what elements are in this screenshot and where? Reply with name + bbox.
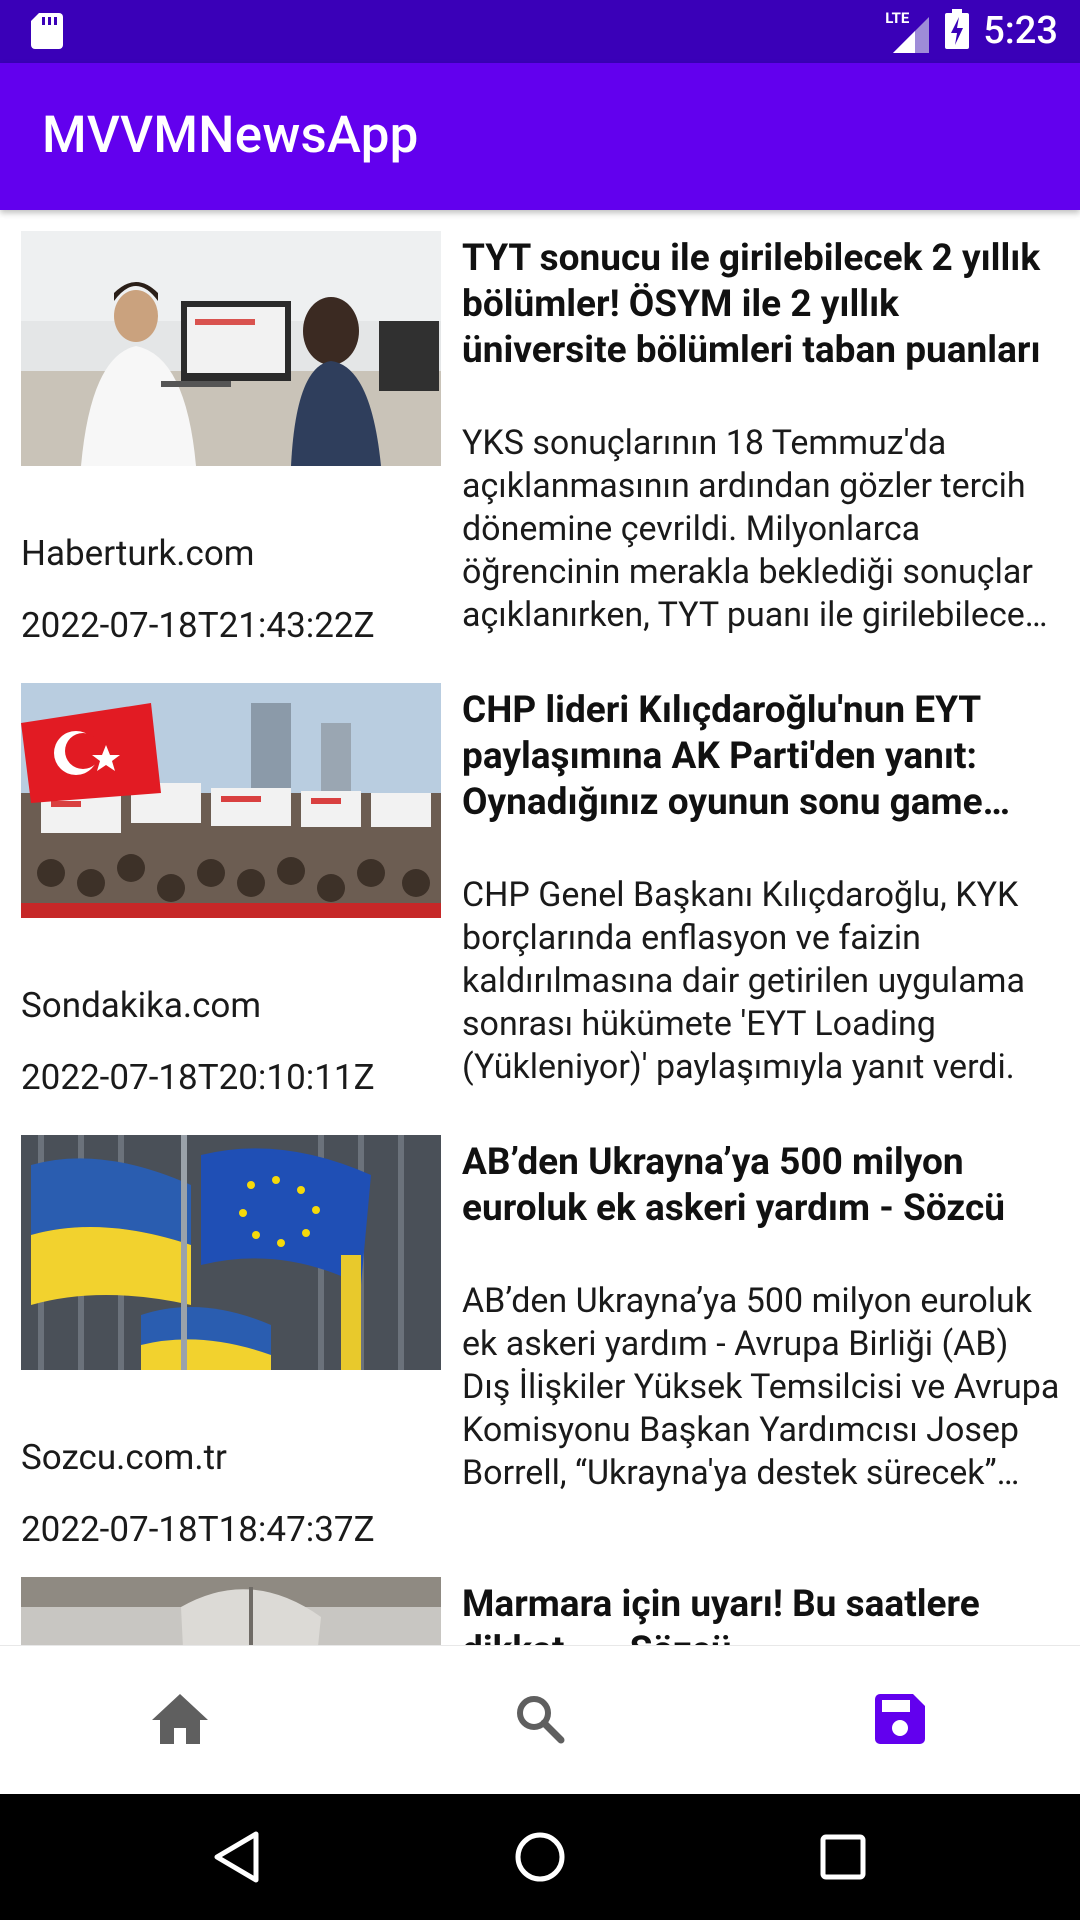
article-title: TYT sonucu ile girilebilecek 2 yıllık bö… xyxy=(462,237,1041,372)
list-item[interactable]: Marmara için uyarı! Bu saatlere dikkat..… xyxy=(0,1577,1080,1645)
article-date: 2022-07-18T18:47:37Z xyxy=(21,1509,375,1550)
list-item[interactable]: AB’den Ukrayna’ya 500 milyon euroluk ek … xyxy=(0,1135,1080,1565)
article-image xyxy=(21,683,441,918)
article-description: YKS sonuçlarının 18 Temmuz'da açıklanmas… xyxy=(462,423,1043,635)
save-icon xyxy=(875,1693,925,1748)
status-bar: LTE 5:23 xyxy=(0,0,1080,63)
list-item[interactable]: CHP lideri Kılıçdaroğlu'nun EYT paylaşım… xyxy=(0,683,1080,1113)
recents-icon[interactable] xyxy=(808,1822,878,1892)
article-source: Haberturk.com xyxy=(21,533,255,574)
article-description: CHP Genel Başkanı Kılıçdaroğlu, KYK borç… xyxy=(462,875,1025,1087)
news-list[interactable]: TYT sonucu ile girilebilecek 2 yıllık bö… xyxy=(0,210,1080,1645)
bottom-navigation xyxy=(0,1645,1080,1794)
article-description: AB’den Ukrayna’ya 500 milyon euroluk ek … xyxy=(462,1281,1060,1493)
clock: 5:23 xyxy=(983,9,1058,53)
article-image xyxy=(21,231,441,466)
article-date: 2022-07-18T20:10:11Z xyxy=(21,1057,375,1098)
battery-charging-icon xyxy=(945,9,970,53)
sd-card-icon xyxy=(31,13,63,53)
article-source: Sondakika.com xyxy=(21,985,262,1026)
nav-saved[interactable] xyxy=(720,1646,1080,1795)
article-title: CHP lideri Kılıçdaroğlu'nun EYT paylaşım… xyxy=(462,689,983,824)
nav-home[interactable] xyxy=(0,1646,360,1795)
home-circle-icon[interactable] xyxy=(505,1822,575,1892)
article-source: Sozcu.com.tr xyxy=(21,1437,227,1478)
nav-search[interactable] xyxy=(360,1646,720,1795)
list-item[interactable]: TYT sonucu ile girilebilecek 2 yıllık bö… xyxy=(0,231,1080,661)
article-date: 2022-07-18T21:43:22Z xyxy=(21,605,375,646)
app-title: MVVMNewsApp xyxy=(42,106,419,165)
article-title: Marmara için uyarı! Bu saatlere dikkat..… xyxy=(462,1583,980,1645)
lte-signal-icon: LTE xyxy=(885,9,931,53)
home-icon xyxy=(152,1693,208,1748)
app-bar: MVVMNewsApp xyxy=(0,63,1080,210)
back-icon[interactable] xyxy=(201,1822,271,1892)
system-navigation-bar xyxy=(0,1794,1080,1920)
search-icon xyxy=(515,1694,565,1748)
article-title: AB’den Ukrayna’ya 500 milyon euroluk ek … xyxy=(462,1141,1005,1230)
article-image xyxy=(21,1135,441,1370)
article-image xyxy=(21,1577,441,1645)
